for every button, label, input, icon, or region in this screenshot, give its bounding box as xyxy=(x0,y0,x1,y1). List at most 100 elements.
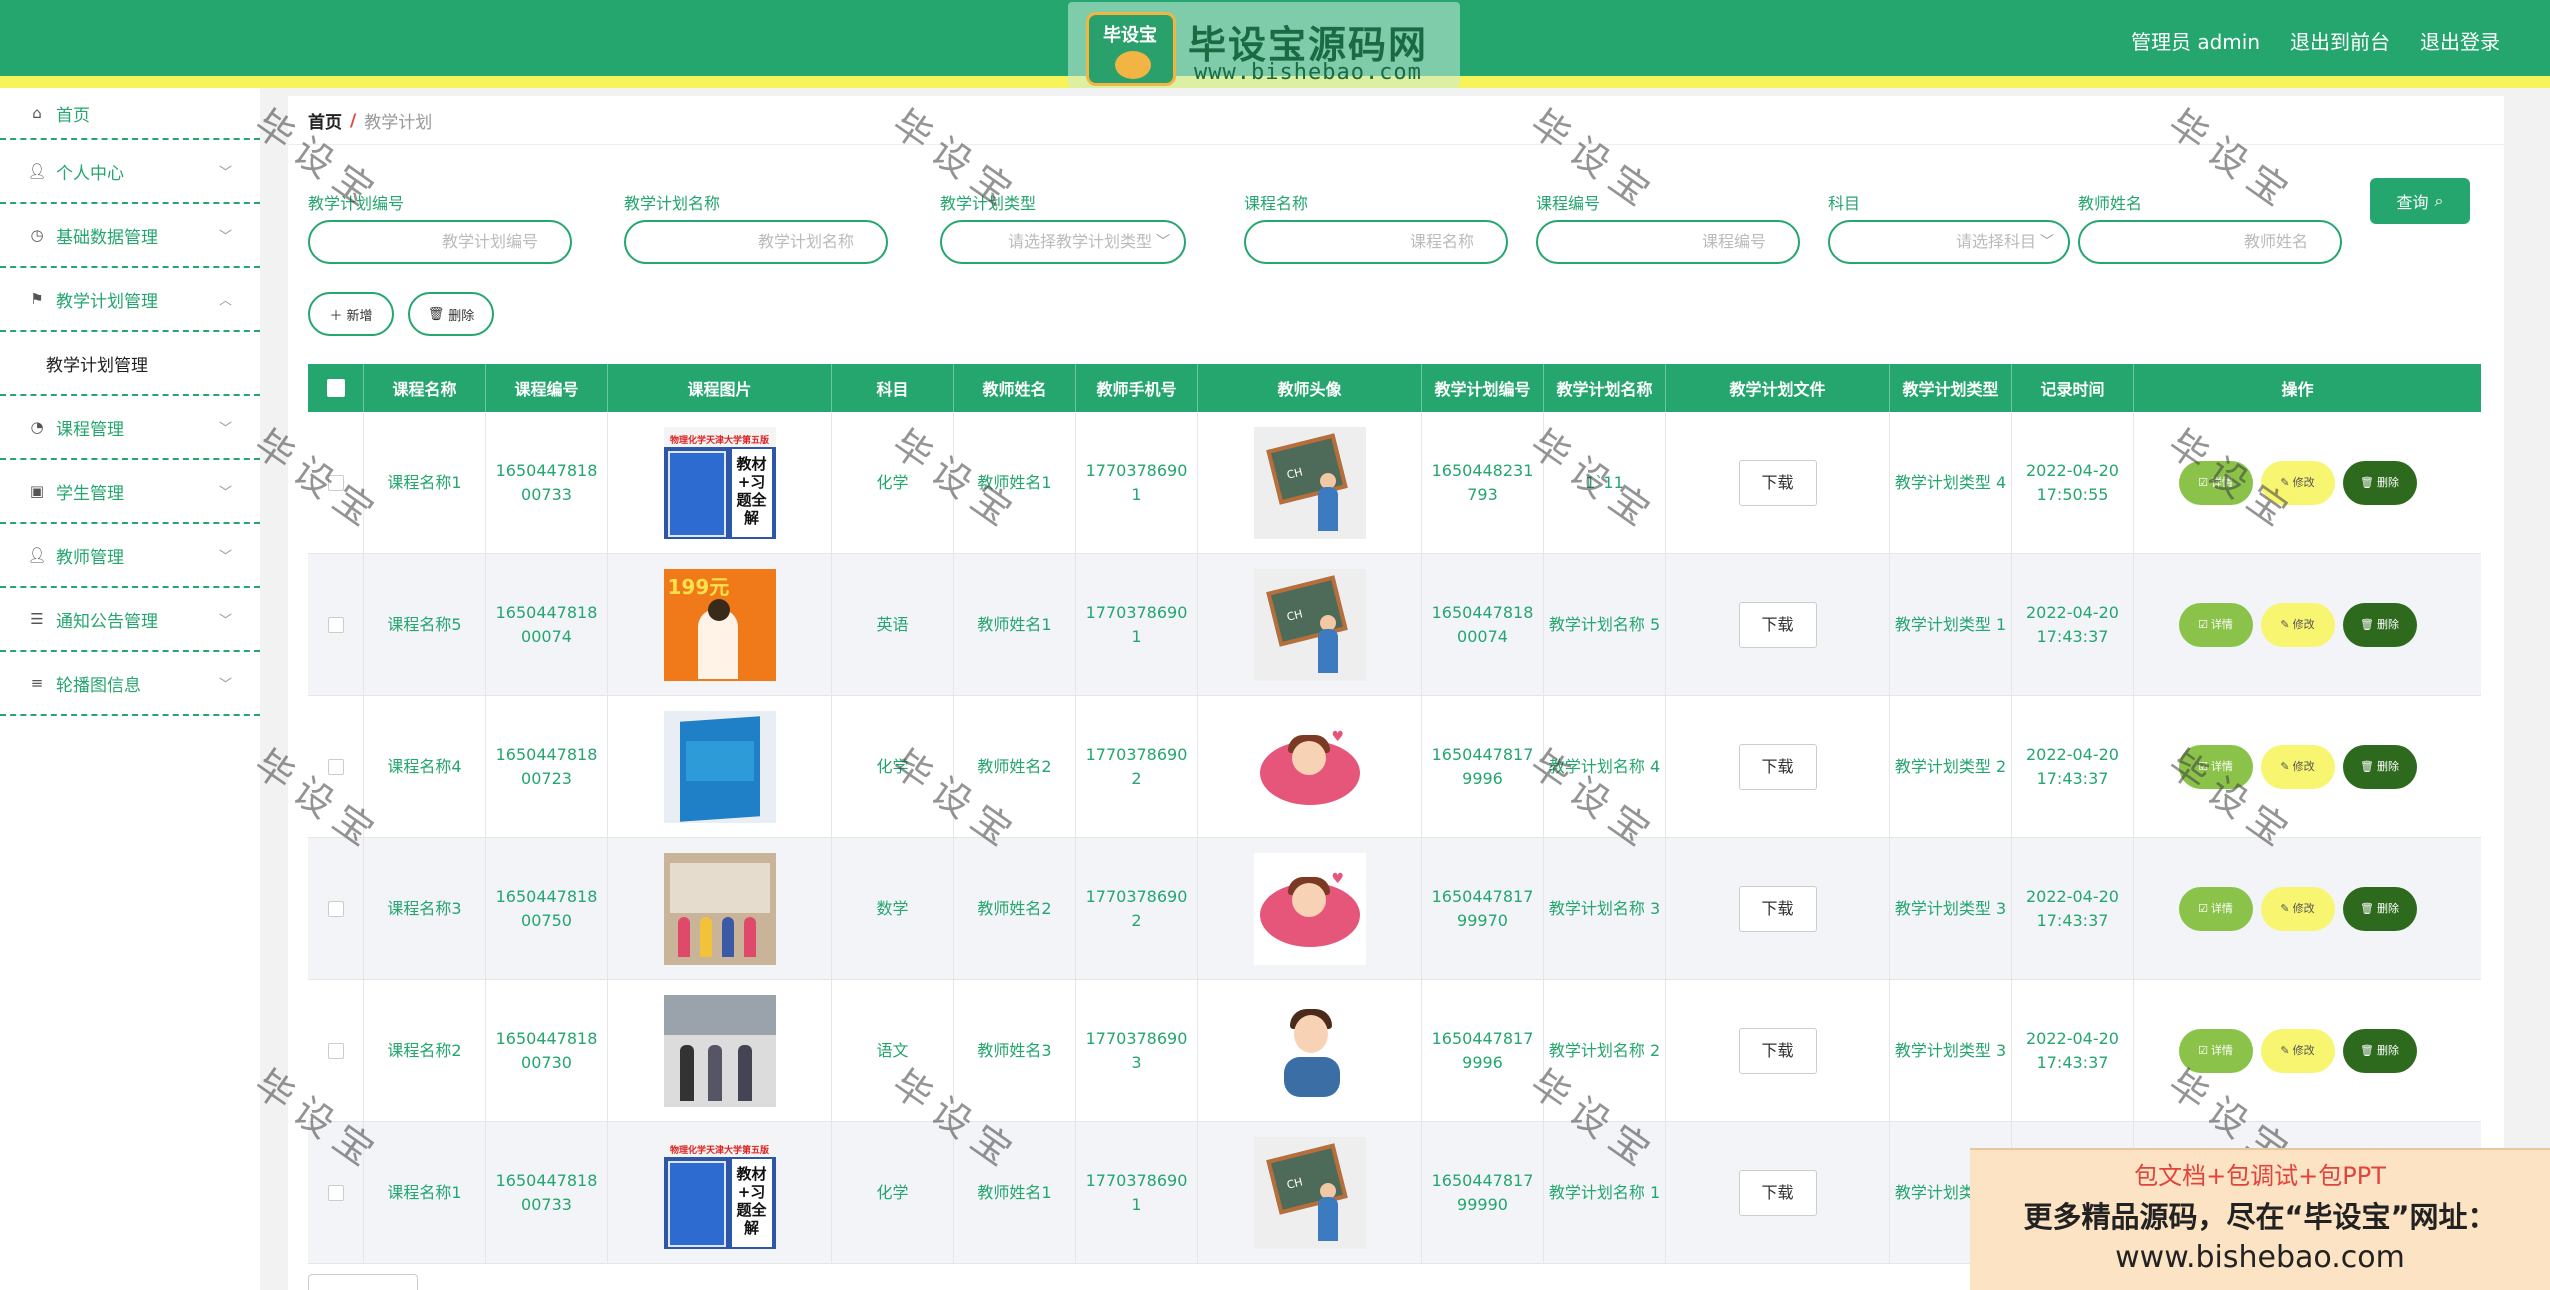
teacher-name-input[interactable]: 教师姓名 xyxy=(2078,220,2342,264)
download-button[interactable]: 下载 xyxy=(1738,601,1817,648)
course-image[interactable] xyxy=(663,852,776,965)
pencil-icon: ✎ xyxy=(2280,1043,2290,1057)
course-name-cell: 课程名称3 xyxy=(387,898,462,918)
pencil-icon: ✎ xyxy=(2280,901,2290,915)
edit-button[interactable]: ✎修改 xyxy=(2260,1028,2335,1073)
row-checkbox[interactable] xyxy=(327,1184,344,1201)
plan-no-cell: 1650447817 9996 xyxy=(1431,744,1534,788)
sidebar-item-teacher[interactable]: 👤︎ 教师管理 ﹀ xyxy=(0,524,260,588)
sidebar-item-plan[interactable]: ⚑ 教学计划管理 ︿ xyxy=(0,268,260,332)
row-checkbox[interactable] xyxy=(327,474,344,491)
download-button[interactable]: 下载 xyxy=(1738,1027,1817,1074)
teacher-avatar[interactable] xyxy=(1253,994,1366,1107)
sidebar-item-personal[interactable]: 👤︎ 个人中心 ﹀ xyxy=(0,140,260,204)
course-code-cell: 1650447818 00723 xyxy=(495,744,598,788)
teacher-name-cell: 教师姓名1 xyxy=(977,614,1052,634)
sidebar-item-student[interactable]: ▣ 学生管理 ﹀ xyxy=(0,460,260,524)
sidebar-item-course[interactable]: ◔ 课程管理 ﹀ xyxy=(0,396,260,460)
course-name-cell: 课程名称4 xyxy=(387,756,462,776)
plan-type-cell: 教学计划类型 1 xyxy=(1894,614,2007,634)
breadcrumb-home[interactable]: 首页 xyxy=(308,108,342,133)
delete-button[interactable]: 🗑︎删除 xyxy=(2342,1028,2417,1073)
table-row: 课程名称5 1650447818 00074 199元 英语 教师姓名1 17703786… xyxy=(308,554,2481,696)
doc-icon: ☑ xyxy=(2198,475,2208,489)
plus-icon: ＋ xyxy=(329,308,343,324)
sidebar-subitem-plan[interactable]: 教学计划管理 xyxy=(0,332,260,396)
breadcrumb-current: 教学计划 xyxy=(364,113,433,133)
detail-button[interactable]: ☑详情 xyxy=(2178,602,2253,647)
promo-banner[interactable]: 包文档+包调试+包PPT 更多精品源码，尽在“毕设宝”网址： www.bishe… xyxy=(1970,1148,2550,1290)
logout-link[interactable]: 退出登录 xyxy=(2420,26,2500,55)
chevron-down-icon: ﹀ xyxy=(218,485,232,501)
logo-watermark: 毕设宝 毕设宝源码网 www.bishebao.com xyxy=(1068,2,1460,88)
download-button[interactable]: 下载 xyxy=(1738,1169,1817,1216)
plan-no-cell: 1650447818 00074 xyxy=(1431,602,1534,646)
delete-button[interactable]: 🗑︎删除 xyxy=(2342,744,2417,789)
plan-name-cell: 教学计划名称 5 xyxy=(1548,614,1661,634)
plan-type-cell: 教学计划类型 3 xyxy=(1894,898,2007,918)
subject-cell: 化学 xyxy=(876,1182,909,1202)
plan-type-cell: 教学计划类型 2 xyxy=(1894,756,2007,776)
detail-button[interactable]: ☑详情 xyxy=(2178,1028,2253,1073)
download-button[interactable]: 下载 xyxy=(1738,459,1817,506)
batch-delete-button[interactable]: 🗑︎ 删除 xyxy=(408,292,494,336)
row-actions: ☑详情✎修改🗑︎删除 xyxy=(2178,1028,2417,1073)
edit-button[interactable]: ✎修改 xyxy=(2260,886,2335,931)
detail-button[interactable]: ☑详情 xyxy=(2178,460,2253,505)
course-image[interactable] xyxy=(663,994,776,1107)
pagination xyxy=(308,1274,418,1290)
plan-no-input[interactable]: 教学计划编号 xyxy=(308,220,572,264)
edit-button[interactable]: ✎修改 xyxy=(2260,744,2335,789)
select-all-checkbox[interactable] xyxy=(326,379,345,397)
edit-button[interactable]: ✎修改 xyxy=(2260,460,2335,505)
delete-button[interactable]: 🗑︎删除 xyxy=(2342,460,2417,505)
course-code-cell: 1650447818 00074 xyxy=(495,602,598,646)
row-actions: ☑详情✎修改🗑︎删除 xyxy=(2178,886,2417,931)
sidebar-item-carousel[interactable]: ≡ 轮播图信息 ﹀ xyxy=(0,652,260,716)
teacher-avatar[interactable]: CH xyxy=(1253,1136,1366,1249)
download-button[interactable]: 下载 xyxy=(1738,885,1817,932)
row-checkbox[interactable] xyxy=(327,758,344,775)
course-name-cell: 课程名称1 xyxy=(387,472,462,492)
download-button[interactable]: 下载 xyxy=(1738,743,1817,790)
row-checkbox[interactable] xyxy=(327,900,344,917)
course-image[interactable] xyxy=(663,710,776,823)
teacher-avatar[interactable]: ♥ xyxy=(1253,852,1366,965)
edit-button[interactable]: ✎修改 xyxy=(2260,602,2335,647)
page-size-select[interactable] xyxy=(308,1274,418,1290)
sidebar-item-notice[interactable]: ☰ 通知公告管理 ﹀ xyxy=(0,588,260,652)
filter-course-name: 课程名称 课程名称 xyxy=(1244,190,1508,264)
teacher-phone-cell: 1770378690 1 xyxy=(1085,1170,1188,1214)
detail-button[interactable]: ☑详情 xyxy=(2178,744,2253,789)
breadcrumb-separator: / xyxy=(350,110,357,131)
course-image[interactable]: 199元 xyxy=(663,568,776,681)
query-button[interactable]: 查询 ⌕ xyxy=(2370,178,2470,224)
plan-type-select[interactable]: 请选择教学计划类型 ﹀ xyxy=(940,220,1186,264)
teacher-avatar[interactable]: CH xyxy=(1253,568,1366,681)
plan-name-input[interactable]: 教学计划名称 xyxy=(624,220,888,264)
sidebar-item-basedata[interactable]: ◷ 基础数据管理 ﹀ xyxy=(0,204,260,268)
course-name-input[interactable]: 课程名称 xyxy=(1244,220,1508,264)
teacher-avatar[interactable]: CH xyxy=(1253,426,1366,539)
course-name-cell: 课程名称2 xyxy=(387,1040,462,1060)
logo-face-icon xyxy=(1115,51,1151,79)
teacher-avatar[interactable]: ♥ xyxy=(1253,710,1366,823)
plan-name-cell: 1`11 xyxy=(1585,472,1624,492)
teacher-phone-cell: 1770378690 1 xyxy=(1085,460,1188,504)
front-link[interactable]: 退出到前台 xyxy=(2290,26,2390,55)
row-checkbox[interactable] xyxy=(327,1042,344,1059)
course-image[interactable]: 物理化学天津大学第五版 教材+习题全解 xyxy=(663,1136,776,1249)
sliders-icon: ☰ xyxy=(30,610,44,628)
course-code-input[interactable]: 课程编号 xyxy=(1536,220,1800,264)
subject-select[interactable]: 请选择科目 ﹀ xyxy=(1828,220,2070,264)
add-button[interactable]: ＋新增 xyxy=(308,292,394,336)
detail-button[interactable]: ☑详情 xyxy=(2178,886,2253,931)
sidebar-item-home[interactable]: ⌂ 首页 xyxy=(0,88,260,140)
subject-cell: 语文 xyxy=(876,1040,909,1060)
record-time-cell: 2022-04-20 17:50:55 xyxy=(2026,460,2119,504)
row-actions: ☑详情✎修改🗑︎删除 xyxy=(2178,744,2417,789)
course-image[interactable]: 物理化学天津大学第五版 教材+习题全解 xyxy=(663,426,776,539)
delete-button[interactable]: 🗑︎删除 xyxy=(2342,886,2417,931)
delete-button[interactable]: 🗑︎删除 xyxy=(2342,602,2417,647)
row-checkbox[interactable] xyxy=(327,616,344,633)
